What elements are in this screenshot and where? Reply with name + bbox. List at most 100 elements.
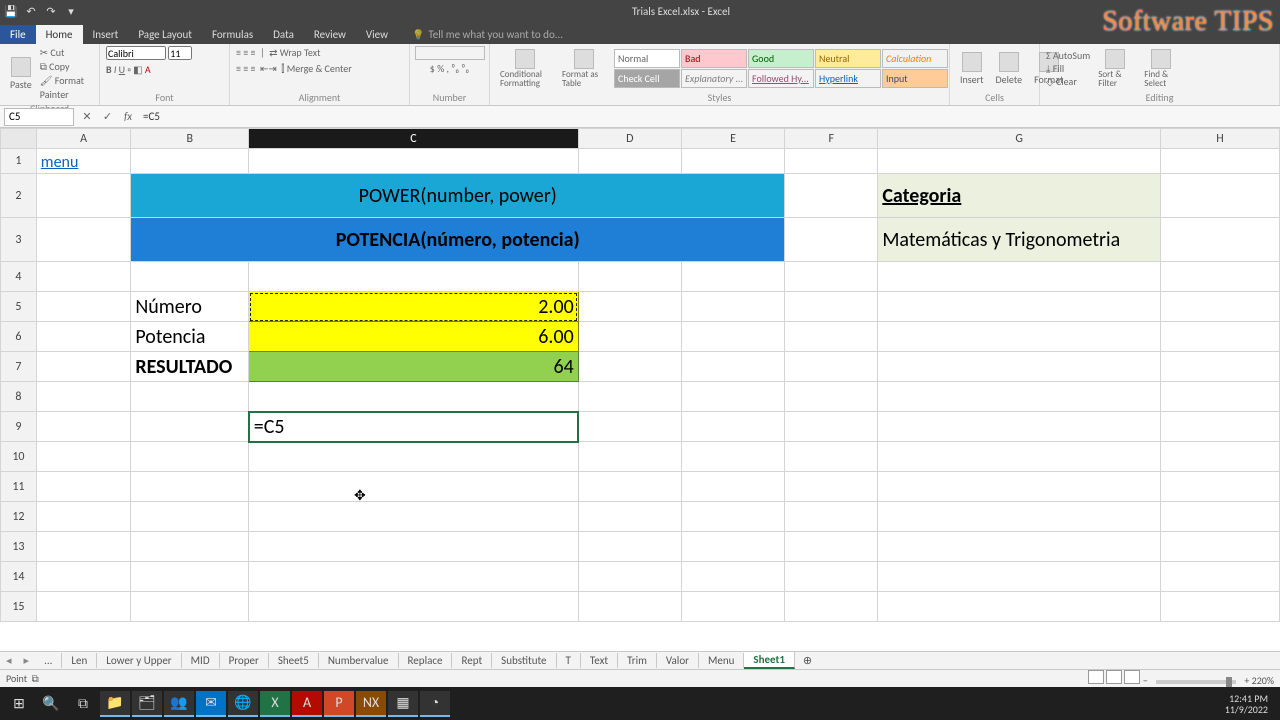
taskbar-app-outlook[interactable]: ✉ [196,691,226,717]
italic-button[interactable]: I [114,63,117,76]
cell-C6[interactable]: 6.00 [249,322,578,352]
tab-formulas[interactable]: Formulas [202,25,263,44]
autosum-button[interactable]: Σ AutoSum [1046,49,1090,62]
taskbar-app-generic1[interactable]: ▦ [388,691,418,717]
insert-cells-button[interactable]: Insert [956,52,988,86]
name-box[interactable]: C5 [4,108,74,126]
row-header-12[interactable]: 12 [1,502,37,532]
font-color-button[interactable]: A [145,63,151,76]
merge-center-button[interactable]: Merge & Center [287,62,352,75]
sheet-tab[interactable]: Substitute [492,653,556,668]
taskbar-app-acrobat[interactable]: A [292,691,322,717]
view-switcher[interactable] [1087,674,1141,687]
style-check-cell[interactable]: Check Cell [614,69,680,88]
row-header-8[interactable]: 8 [1,382,37,412]
zoom-out-icon[interactable]: − [1143,674,1148,687]
zoom-slider[interactable] [1156,680,1236,684]
taskbar-app-excel[interactable]: X [260,691,290,717]
conditional-formatting-button[interactable]: Conditional Formatting [496,49,554,88]
row-header-15[interactable]: 15 [1,592,37,622]
row-header-14[interactable]: 14 [1,562,37,592]
tab-file[interactable]: File [0,25,36,44]
style-normal[interactable]: Normal [614,49,680,68]
undo-icon[interactable]: ↶ [24,5,38,18]
search-icon[interactable]: 🔍 [36,691,66,717]
clear-button[interactable]: ◇ Clear [1046,75,1090,88]
bold-button[interactable]: B [106,63,112,76]
taskbar-app-teams[interactable]: 👥 [164,691,194,717]
sheet-tab[interactable]: MID [182,653,220,668]
cell-styles-gallery[interactable]: Normal Bad Good Neutral Calculation Chec… [614,49,948,88]
taskbar-app-folder[interactable]: 🗂 [132,691,162,717]
save-icon[interactable]: 💾 [4,5,18,18]
sheet-tab[interactable]: Valor [657,653,699,668]
tab-page-layout[interactable]: Page Layout [128,25,202,44]
tell-me-search[interactable]: Tell me what you want to do... [398,25,573,44]
font-size-input[interactable] [168,46,192,60]
row-header-11[interactable]: 11 [1,472,37,502]
sheet-tab[interactable]: T [557,653,581,668]
style-bad[interactable]: Bad [681,49,747,68]
start-button[interactable]: ⊞ [4,691,34,717]
tab-home[interactable]: Home [36,25,83,44]
format-painter-button[interactable]: 🖌 Format Painter [40,74,93,102]
cell-B6[interactable]: Potencia [131,322,249,352]
sheet-nav-prev-icon[interactable]: ◂ [0,654,18,667]
sheet-tab[interactable]: Proper [220,653,269,668]
style-hyperlink[interactable]: Hyperlink [815,69,881,88]
col-header-D[interactable]: D [578,129,681,149]
col-header-F[interactable]: F [785,129,878,149]
format-as-table-button[interactable]: Format as Table [558,49,610,88]
sheet-tab[interactable]: Trim [618,653,657,668]
taskbar-app-generic2[interactable]: ◔ [420,691,450,717]
sheet-tab[interactable]: Len [62,653,97,668]
sheet-tab[interactable]: Sheet5 [269,653,319,668]
cell-title-en[interactable]: POWER(number, power) [131,174,785,218]
sheet-tab[interactable]: ... [35,653,62,668]
style-neutral[interactable]: Neutral [815,49,881,68]
col-header-G[interactable]: G [878,129,1161,149]
style-followed-hyperlink[interactable]: Followed Hy... [748,69,814,88]
style-explanatory[interactable]: Explanatory ... [681,69,747,88]
col-header-E[interactable]: E [681,129,784,149]
tab-insert[interactable]: Insert [83,25,129,44]
sort-filter-button[interactable]: Sort & Filter [1094,49,1136,88]
row-header-13[interactable]: 13 [1,532,37,562]
col-header-B[interactable]: B [131,129,249,149]
row-header-2[interactable]: 2 [1,174,37,218]
new-sheet-icon[interactable]: ⊕ [795,654,820,667]
style-good[interactable]: Good [748,49,814,68]
taskbar-clock[interactable]: 12:41 PM11/9/2022 [1217,693,1276,715]
copy-button[interactable]: ⧉ Copy [40,60,93,74]
worksheet-grid[interactable]: A B C D E F G H 1 menu 2 POWER(number, p… [0,128,1280,651]
qat-dropdown-icon[interactable]: ▾ [64,5,78,18]
sheet-tab[interactable]: Replace [399,653,453,668]
sheet-tab[interactable]: Text [581,653,618,668]
row-header-10[interactable]: 10 [1,442,37,472]
zoom-in-icon[interactable]: + [1244,674,1249,687]
cell-C9-editing[interactable]: =C5 [249,412,578,442]
sheet-tab[interactable]: Numbervalue [319,653,399,668]
sheet-nav-next-icon[interactable]: ▸ [18,654,36,667]
col-header-A[interactable]: A [36,129,131,149]
style-calculation[interactable]: Calculation [882,49,948,68]
row-header-1[interactable]: 1 [1,149,37,174]
formula-input[interactable]: =C5 [137,110,1280,123]
wrap-text-button[interactable]: Wrap Text [280,46,321,59]
underline-button[interactable]: U [119,63,125,76]
taskbar-app-explorer[interactable]: 📁 [100,691,130,717]
insert-function-icon[interactable]: fx [119,110,137,123]
zoom-level[interactable]: 220% [1252,674,1274,687]
paste-button[interactable]: Paste [6,57,36,91]
enter-formula-icon[interactable]: ✓ [99,110,117,123]
tab-view[interactable]: View [356,25,398,44]
sheet-tab-active[interactable]: Sheet1 [744,652,795,669]
cell-C7[interactable]: 64 [249,352,578,382]
cell-C5[interactable]: 2.00 [249,292,578,322]
row-header-3[interactable]: 3 [1,218,37,262]
select-all-corner[interactable] [1,129,37,149]
cut-button[interactable]: ✂ Cut [40,46,93,60]
cell-A1[interactable]: menu [36,149,131,174]
row-header-4[interactable]: 4 [1,262,37,292]
taskbar-app-chrome[interactable]: 🌐 [228,691,258,717]
